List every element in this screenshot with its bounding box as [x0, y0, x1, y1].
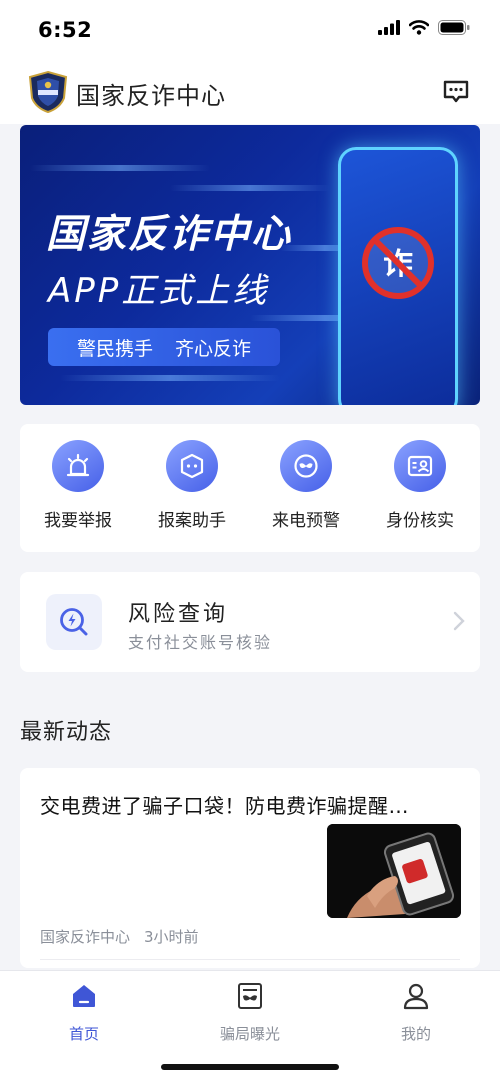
- police-badge-logo: [28, 70, 68, 114]
- status-icons: [378, 20, 470, 35]
- risk-query-icon: [46, 594, 102, 650]
- quick-action-report[interactable]: 我要举报: [28, 440, 128, 531]
- status-time: 6:52: [38, 18, 93, 42]
- no-fraud-sign-icon: 诈: [362, 227, 434, 299]
- id-card-icon: [407, 455, 433, 477]
- tab-profile[interactable]: 我的: [356, 981, 476, 1044]
- tab-scam-exposure[interactable]: 骗局曝光: [190, 981, 310, 1044]
- app-header: 国家反诈中心: [0, 60, 500, 124]
- news-card[interactable]: 交电费进了骗子口袋！防电费诈骗提醒… 国家反诈中心 3小时前: [20, 768, 480, 968]
- news-section-title: 最新动态: [20, 720, 113, 745]
- alarm-icon: [66, 453, 90, 477]
- tab-label: 首页: [68, 1025, 99, 1043]
- message-icon[interactable]: [442, 78, 470, 106]
- user-icon: [403, 983, 429, 1010]
- quick-action-label: 身份核实: [386, 511, 454, 531]
- slogan-right: 齐心反诈: [175, 337, 252, 360]
- news-source: 国家反诈中心: [40, 928, 131, 946]
- newspaper-mask-icon: [238, 983, 262, 1009]
- assistant-icon: [180, 453, 204, 479]
- tab-home[interactable]: 首页: [24, 981, 144, 1044]
- slogan-left: 警民携手: [76, 337, 153, 360]
- status-bar: 6:52: [0, 0, 500, 60]
- home-icon: [73, 985, 95, 1007]
- risk-query-card[interactable]: 风险查询 支付社交账号核验: [20, 572, 480, 672]
- banner-slogan: 警民携手 齐心反诈: [48, 328, 280, 366]
- news-meta: 国家反诈中心 3小时前: [40, 926, 199, 947]
- risk-query-title: 风险查询: [128, 602, 229, 627]
- promo-banner[interactable]: 诈 国家反诈中心 APP正式上线 警民携手 齐心反诈: [20, 125, 480, 405]
- banner-title: 国家反诈中心: [46, 212, 293, 257]
- home-indicator[interactable]: [161, 1064, 339, 1070]
- quick-actions: 我要举报 报案助手 来电预警 身份核实: [20, 424, 480, 552]
- divider: [40, 959, 460, 960]
- chevron-right-icon: [453, 611, 465, 631]
- app-title: 国家反诈中心: [76, 82, 226, 110]
- tab-label: 我的: [400, 1025, 431, 1043]
- quick-action-label: 报案助手: [158, 511, 226, 531]
- mask-icon: [294, 454, 318, 478]
- banner-subtitle: APP正式上线: [48, 271, 270, 311]
- wifi-icon: [409, 20, 429, 35]
- quick-action-id-verify[interactable]: 身份核实: [370, 440, 470, 531]
- quick-action-call-warning[interactable]: 来电预警: [256, 440, 356, 531]
- battery-icon: [438, 20, 470, 35]
- quick-action-label: 来电预警: [272, 511, 340, 531]
- news-thumbnail: [327, 824, 461, 918]
- risk-query-subtitle: 支付社交账号核验: [128, 633, 273, 652]
- news-headline: 交电费进了骗子口袋！防电费诈骗提醒…: [40, 794, 409, 818]
- tab-label: 骗局曝光: [219, 1025, 280, 1043]
- search-bolt-icon: [60, 608, 88, 636]
- news-time: 3小时前: [144, 928, 199, 946]
- quick-action-assistant[interactable]: 报案助手: [142, 440, 242, 531]
- quick-action-label: 我要举报: [44, 511, 112, 531]
- signal-icon: [378, 20, 400, 35]
